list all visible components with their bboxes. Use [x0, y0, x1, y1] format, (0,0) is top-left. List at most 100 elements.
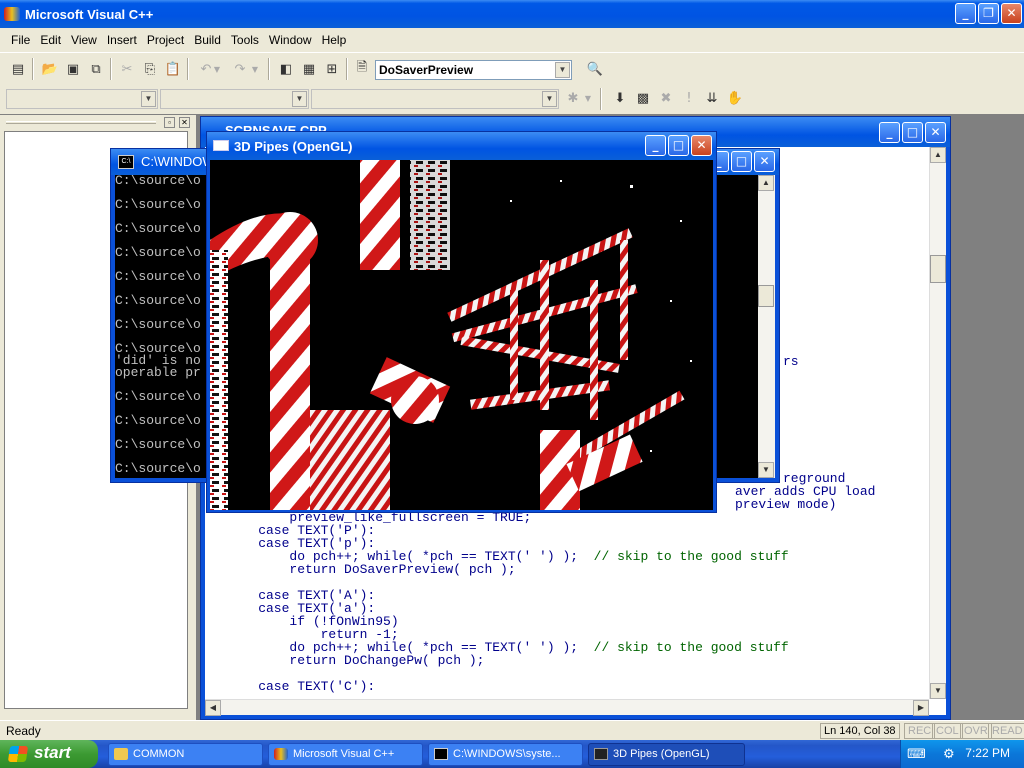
pin-button[interactable]: ▫: [164, 117, 175, 128]
menu-edit[interactable]: Edit: [35, 33, 66, 47]
task-label: Microsoft Visual C++: [293, 748, 395, 760]
pipes-title-bar[interactable]: 3D Pipes (OpenGL) _ □ ✕: [207, 132, 716, 160]
scroll-up-icon[interactable]: ▲: [930, 147, 946, 163]
chevron-down-icon[interactable]: ▼: [555, 62, 570, 78]
task-console[interactable]: C:\WINDOWS\syste...: [428, 743, 583, 766]
redo-icon[interactable]: ↷: [230, 59, 250, 79]
wizard-dropdown-icon[interactable]: ▼: [583, 88, 593, 108]
find-icon[interactable]: 🔍: [585, 59, 605, 79]
scroll-left-icon[interactable]: ◀: [205, 700, 221, 716]
console-scrollbar[interactable]: ▲ ▼: [758, 175, 775, 478]
pipes-title: 3D Pipes (OpenGL): [234, 139, 353, 154]
code-fragment: rs: [783, 354, 799, 369]
menu-file[interactable]: File: [6, 33, 35, 47]
scroll-right-icon[interactable]: ▶: [913, 700, 929, 716]
scroll-thumb[interactable]: [930, 255, 946, 283]
breakpoint-icon[interactable]: ✋: [725, 88, 745, 108]
console-maximize-button[interactable]: □: [731, 151, 752, 172]
toolbar-separator: [268, 58, 270, 80]
close-button[interactable]: ✕: [1001, 3, 1022, 24]
wizard-action-icon[interactable]: ✱: [563, 88, 583, 108]
find-combo[interactable]: DoSaverPreview ▼: [375, 60, 572, 80]
menu-window[interactable]: Window: [264, 33, 317, 47]
start-label: start: [34, 743, 71, 762]
save-all-icon[interactable]: ⧉: [86, 59, 106, 79]
pipes-minimize-button[interactable]: _: [645, 135, 666, 156]
pipes-maximize-button[interactable]: □: [668, 135, 689, 156]
editor-horizontal-scrollbar[interactable]: ◀ ▶: [205, 699, 929, 716]
cut-icon[interactable]: ✂: [117, 59, 137, 79]
compile-icon[interactable]: ⬇: [610, 88, 630, 108]
scroll-down-icon[interactable]: ▼: [930, 683, 946, 699]
window-list-icon[interactable]: ⊞: [322, 59, 342, 79]
render-artifacts: [410, 160, 450, 270]
scroll-up-icon[interactable]: ▲: [758, 175, 774, 191]
menu-help[interactable]: Help: [317, 33, 352, 47]
editor-vertical-scrollbar[interactable]: ▲ ▼: [929, 147, 946, 699]
start-button[interactable]: start: [0, 740, 98, 768]
chevron-down-icon[interactable]: ▼: [542, 91, 557, 107]
workspace-icon[interactable]: ◧: [276, 59, 296, 79]
console-close-button[interactable]: ✕: [754, 151, 775, 172]
minimize-button[interactable]: _: [955, 3, 976, 24]
stop-build-icon[interactable]: ✖: [656, 88, 676, 108]
distant-pipes: [447, 228, 685, 460]
security-icon[interactable]: ⚙: [943, 746, 955, 762]
undo-dropdown-icon[interactable]: ▼: [212, 59, 222, 79]
scroll-thumb[interactable]: [758, 285, 774, 307]
editor-maximize-button[interactable]: □: [902, 122, 923, 143]
output-icon[interactable]: ▦: [299, 59, 319, 79]
task-3d-pipes[interactable]: 3D Pipes (OpenGL): [588, 743, 745, 766]
redo-dropdown-icon[interactable]: ▼: [250, 59, 260, 79]
menu-insert[interactable]: Insert: [102, 33, 142, 47]
menu-bar: File Edit View Insert Project Build Tool…: [0, 28, 1024, 52]
system-tray: ⌨ ⚙ 7:22 PM: [900, 740, 1024, 768]
pipes-close-button[interactable]: ✕: [691, 135, 712, 156]
pipes-render-canvas[interactable]: [210, 160, 713, 510]
drag-grip[interactable]: [6, 121, 156, 124]
save-icon[interactable]: ▣: [63, 59, 83, 79]
find-combo-value: DoSaverPreview: [379, 63, 474, 77]
editor-minimize-button[interactable]: _: [879, 122, 900, 143]
paste-icon[interactable]: 📋: [163, 59, 183, 79]
find-in-files-icon[interactable]: 🗎: [352, 59, 372, 79]
code-comment: // skip to the good stuff: [593, 549, 789, 564]
code-text: return DoSaverPreview( pch );: [227, 562, 516, 577]
menu-project[interactable]: Project: [142, 33, 189, 47]
code-lines: preview_like_fullscreen = TRUE; case TEX…: [227, 511, 789, 693]
menu-tools[interactable]: Tools: [226, 33, 264, 47]
filter-combo[interactable]: ▼: [160, 89, 309, 109]
cursor-position: Ln 140, Col 38: [820, 723, 900, 739]
clock[interactable]: 7:22 PM: [965, 746, 1010, 760]
menu-view[interactable]: View: [66, 33, 102, 47]
toolbar-separator: [32, 58, 34, 80]
pipes-scene: [210, 160, 692, 510]
new-file-icon[interactable]: ▤: [8, 59, 28, 79]
workspace-header: ▫ ✕: [4, 117, 190, 129]
code-comment: // skip to the good stuff: [593, 640, 789, 655]
chevron-down-icon[interactable]: ▼: [141, 91, 156, 107]
open-folder-icon[interactable]: 📂: [40, 59, 60, 79]
class-combo[interactable]: ▼: [6, 89, 158, 109]
render-artifacts: [210, 250, 228, 510]
scroll-down-icon[interactable]: ▼: [758, 462, 774, 478]
build-icon[interactable]: ▩: [633, 88, 653, 108]
execute-icon[interactable]: !: [679, 88, 699, 108]
app-title-bar[interactable]: Microsoft Visual C++ _ ❐ ✕: [0, 0, 1024, 28]
go-icon[interactable]: ⇊: [702, 88, 722, 108]
console-title: C:\WINDOW: [141, 154, 215, 169]
code-line: return DoChangePw( pch );: [227, 654, 789, 667]
restore-button[interactable]: ❐: [978, 3, 999, 24]
keyboard-icon[interactable]: ⌨: [907, 746, 926, 762]
editor-close-button[interactable]: ✕: [925, 122, 946, 143]
members-combo[interactable]: ▼: [311, 89, 559, 109]
toolbar-separator: [346, 58, 348, 80]
menu-build[interactable]: Build: [189, 33, 226, 47]
visual-cpp-icon: [274, 748, 288, 760]
chevron-down-icon[interactable]: ▼: [292, 91, 307, 107]
copy-icon[interactable]: ⎘: [140, 59, 160, 79]
taskbar: start COMMON Microsoft Visual C++ C:\WIN…: [0, 740, 1024, 768]
close-pane-button[interactable]: ✕: [179, 117, 190, 128]
task-common[interactable]: COMMON: [108, 743, 263, 766]
task-visual-cpp[interactable]: Microsoft Visual C++: [268, 743, 423, 766]
